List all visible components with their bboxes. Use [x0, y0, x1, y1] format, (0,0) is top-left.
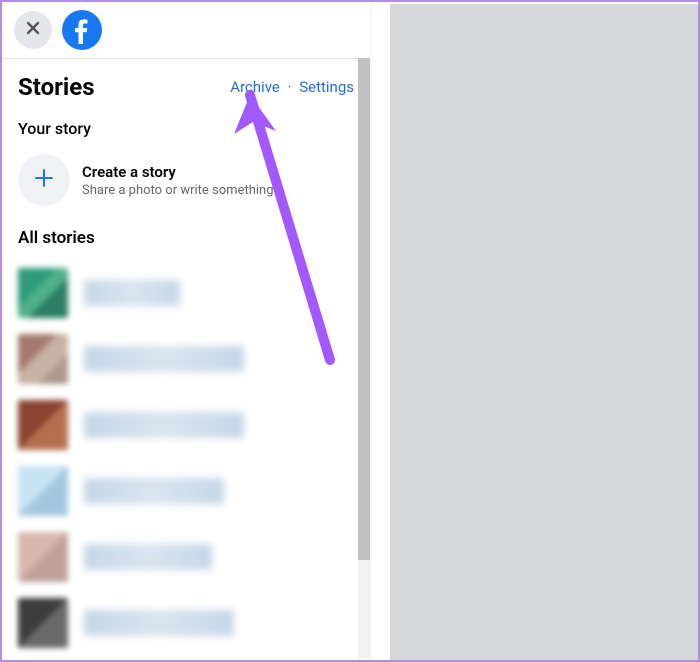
all-stories-title: All stories: [18, 228, 354, 248]
header-links: Archive · Settings: [230, 78, 354, 96]
title-row: Stories Archive · Settings: [18, 73, 354, 101]
your-story-title: Your story: [18, 119, 354, 138]
close-icon: [24, 19, 42, 41]
create-story-row[interactable]: Create a story Share a photo or write so…: [18, 146, 354, 222]
story-name-placeholder: [84, 412, 244, 438]
create-story-button[interactable]: [18, 154, 70, 206]
story-name-placeholder: [84, 346, 244, 372]
story-list: [2, 260, 370, 656]
facebook-icon: [62, 10, 102, 50]
stories-header-section: Stories Archive · Settings Your story Cr…: [2, 59, 370, 260]
facebook-logo[interactable]: [62, 10, 102, 50]
stories-sidebar: Stories Archive · Settings Your story Cr…: [2, 2, 370, 660]
story-name-placeholder: [84, 478, 224, 504]
avatar: [18, 466, 68, 516]
topbar: [2, 2, 370, 58]
close-button[interactable]: [14, 11, 52, 49]
create-story-subtitle: Share a photo or write something.: [82, 183, 277, 198]
archive-link[interactable]: Archive: [230, 78, 280, 96]
story-item[interactable]: [14, 524, 358, 590]
avatar: [18, 400, 68, 450]
story-name-placeholder: [84, 280, 180, 306]
story-item[interactable]: [14, 392, 358, 458]
link-separator: ·: [288, 78, 292, 96]
story-name-placeholder: [84, 544, 212, 570]
avatar: [18, 598, 68, 648]
settings-link[interactable]: Settings: [299, 78, 354, 96]
create-story-text: Create a story Share a photo or write so…: [82, 163, 277, 198]
create-story-title: Create a story: [82, 163, 277, 181]
story-item[interactable]: [14, 458, 358, 524]
story-item[interactable]: [14, 260, 358, 326]
scrollbar-thumb[interactable]: [358, 58, 370, 560]
plus-icon: [33, 167, 55, 193]
page-title: Stories: [18, 73, 95, 101]
avatar: [18, 268, 68, 318]
story-name-placeholder: [84, 610, 234, 636]
avatar: [18, 532, 68, 582]
avatar: [18, 334, 68, 384]
story-item[interactable]: [14, 590, 358, 656]
main-content-area: [390, 4, 698, 660]
story-item[interactable]: [14, 326, 358, 392]
